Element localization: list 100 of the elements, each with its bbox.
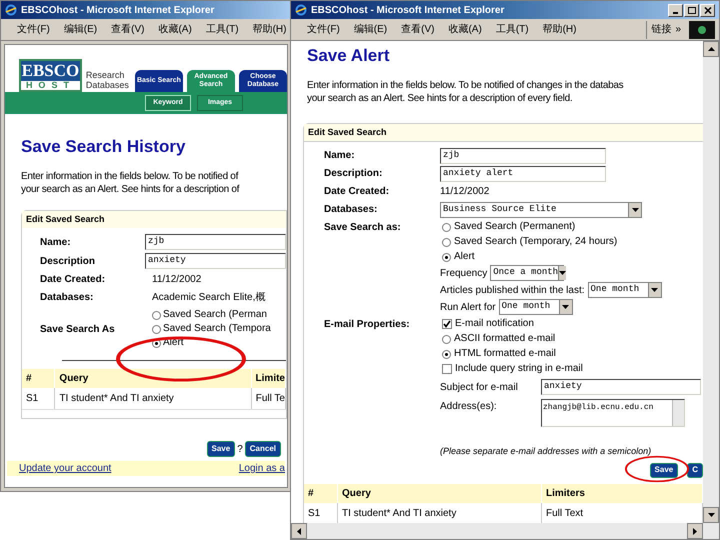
- field-label: Save Search as:: [324, 221, 402, 235]
- form-button[interactable]: Save: [206, 441, 236, 457]
- window-title: EBSCOhost - Microsoft Internet Explorer: [311, 4, 504, 18]
- form-button[interactable]: C: [687, 462, 703, 478]
- close-button[interactable]: [700, 4, 715, 16]
- minimize-button[interactable]: [668, 4, 683, 16]
- text-field[interactable]: anxiety: [541, 379, 701, 395]
- menu-item[interactable]: 文件(F): [17, 22, 50, 37]
- menu-item[interactable]: 收藏(A): [158, 22, 192, 37]
- field-value: 11/12/2002: [152, 273, 202, 287]
- table-cell: TI student* And TI anxiety: [55, 388, 252, 409]
- column-header: #: [304, 484, 338, 502]
- field-label: Date Created:: [40, 273, 106, 287]
- caret-icon: [651, 288, 658, 292]
- text-field[interactable]: anxiety alert: [440, 166, 606, 182]
- throbber-icon: [689, 20, 715, 38]
- page-heading: Save Alert: [306, 45, 391, 67]
- help-mark[interactable]: ?: [237, 442, 243, 457]
- menu-item[interactable]: 收藏(A): [448, 22, 482, 37]
- text-field[interactable]: zjb: [145, 234, 286, 250]
- table-cell: S1: [22, 388, 56, 409]
- field-label: Name:: [324, 149, 356, 163]
- logo: EBSCO HOST: [19, 59, 82, 92]
- radio-button[interactable]: [442, 350, 451, 358]
- column-header: Limite: [252, 369, 286, 388]
- panel-title: Edit Saved Search: [304, 124, 703, 142]
- option-label: Articles published within the last:: [440, 284, 585, 298]
- checkbox[interactable]: [442, 319, 452, 329]
- radio-label: Alert: [454, 250, 475, 264]
- menu-item[interactable]: 编辑(E): [354, 22, 388, 37]
- radio-label: Saved Search (Tempora: [163, 322, 271, 336]
- chevron[interactable]: »: [675, 22, 681, 37]
- maximize-button[interactable]: [684, 4, 699, 16]
- intro-text: Enter information in the fields below. To be notified of: [21, 170, 240, 182]
- text-field[interactable]: zjb: [440, 148, 606, 164]
- up-arrow-icon: [708, 47, 714, 51]
- option-label: Frequency: [440, 266, 488, 280]
- field-label: Databases:: [324, 203, 378, 217]
- caret-icon: [559, 271, 566, 275]
- menu-item[interactable]: 工具(T): [496, 22, 529, 37]
- radio-button[interactable]: [442, 238, 451, 246]
- column-header: Query: [55, 369, 252, 388]
- caret-icon: [562, 305, 570, 309]
- intro-text: Enter information in the fields below. To be notified of changes in the databas: [307, 78, 624, 92]
- links-label[interactable]: 链接: [651, 22, 672, 37]
- field-label: Description: [40, 254, 96, 268]
- horizontal-scrollbar[interactable]: [291, 523, 719, 539]
- radio-button[interactable]: [442, 222, 451, 232]
- browser-icon: [5, 4, 17, 16]
- option-label: Run Alert for: [440, 300, 496, 314]
- footer-link[interactable]: Update your account: [19, 461, 112, 476]
- window-title: EBSCOhost - Microsoft Internet Explorer: [21, 4, 214, 18]
- option-label: Subject for e-mail: [440, 380, 519, 394]
- menu-item[interactable]: 编辑(E): [64, 22, 98, 37]
- checkbox[interactable]: [442, 364, 452, 374]
- intro-text: your search as an Alert. See hints for a description of every field.: [307, 92, 574, 104]
- radio-button[interactable]: [152, 324, 161, 334]
- intro-text: your search as an Alert. See hints for a description of: [21, 182, 240, 196]
- address-field[interactable]: zhangjb@lib.ecnu.edu.cn: [541, 399, 685, 427]
- menu-item[interactable]: 文件(F): [307, 22, 340, 37]
- field-label: Name:: [40, 236, 72, 250]
- menu-item[interactable]: 帮助(H): [542, 22, 576, 37]
- dropdown[interactable]: One month: [498, 299, 573, 315]
- menu-item[interactable]: 工具(T): [206, 22, 239, 37]
- checkbox-label: Include query string in e-mail: [455, 362, 583, 376]
- field-label: Databases:: [40, 291, 94, 305]
- logo-tagline: Research: [86, 70, 126, 80]
- close-icon: [704, 6, 712, 14]
- dropdown[interactable]: One month: [588, 282, 662, 298]
- caret-icon: [632, 208, 638, 212]
- form-button[interactable]: Save: [650, 462, 678, 478]
- right-arrow-icon: [693, 528, 697, 534]
- field-label: E-mail Properties:: [324, 318, 411, 332]
- vertical-scrollbar[interactable]: [703, 41, 719, 523]
- radio-label: Saved Search (Temporary, 24 hours): [454, 235, 618, 249]
- field-value: Academic Search Elite,概: [152, 290, 266, 305]
- column-header: #: [22, 369, 56, 388]
- browser-icon: [295, 4, 307, 16]
- footer-link[interactable]: Login as a: [238, 461, 285, 476]
- field-value: 11/12/2002: [440, 185, 490, 199]
- checkbox-label: E-mail notification: [455, 317, 534, 331]
- menu-item[interactable]: 帮助(H): [252, 22, 286, 37]
- form-button[interactable]: Cancel: [244, 441, 281, 457]
- hint-text: (Please separate e-mail addresses with a semicolon): [439, 445, 652, 458]
- down-arrow-icon: [708, 513, 714, 517]
- dropdown[interactable]: Once a month: [490, 265, 564, 281]
- menu-item[interactable]: 查看(V): [111, 22, 144, 37]
- field-label: Save Search As: [40, 322, 116, 336]
- table-cell: Full Te: [252, 388, 286, 409]
- text-field[interactable]: anxiety: [145, 253, 286, 269]
- maximize-icon: [688, 6, 696, 14]
- radio-button[interactable]: [442, 252, 451, 262]
- highlight-ellipse: [624, 455, 690, 483]
- menu-item[interactable]: 查看(V): [401, 22, 434, 37]
- field-label: Description:: [324, 167, 384, 181]
- radio-button[interactable]: [152, 310, 161, 320]
- page-heading: Save Search History: [20, 136, 186, 158]
- left-arrow-icon: [297, 528, 301, 534]
- dropdown[interactable]: Business Source Elite: [440, 202, 642, 218]
- radio-button[interactable]: [442, 334, 451, 344]
